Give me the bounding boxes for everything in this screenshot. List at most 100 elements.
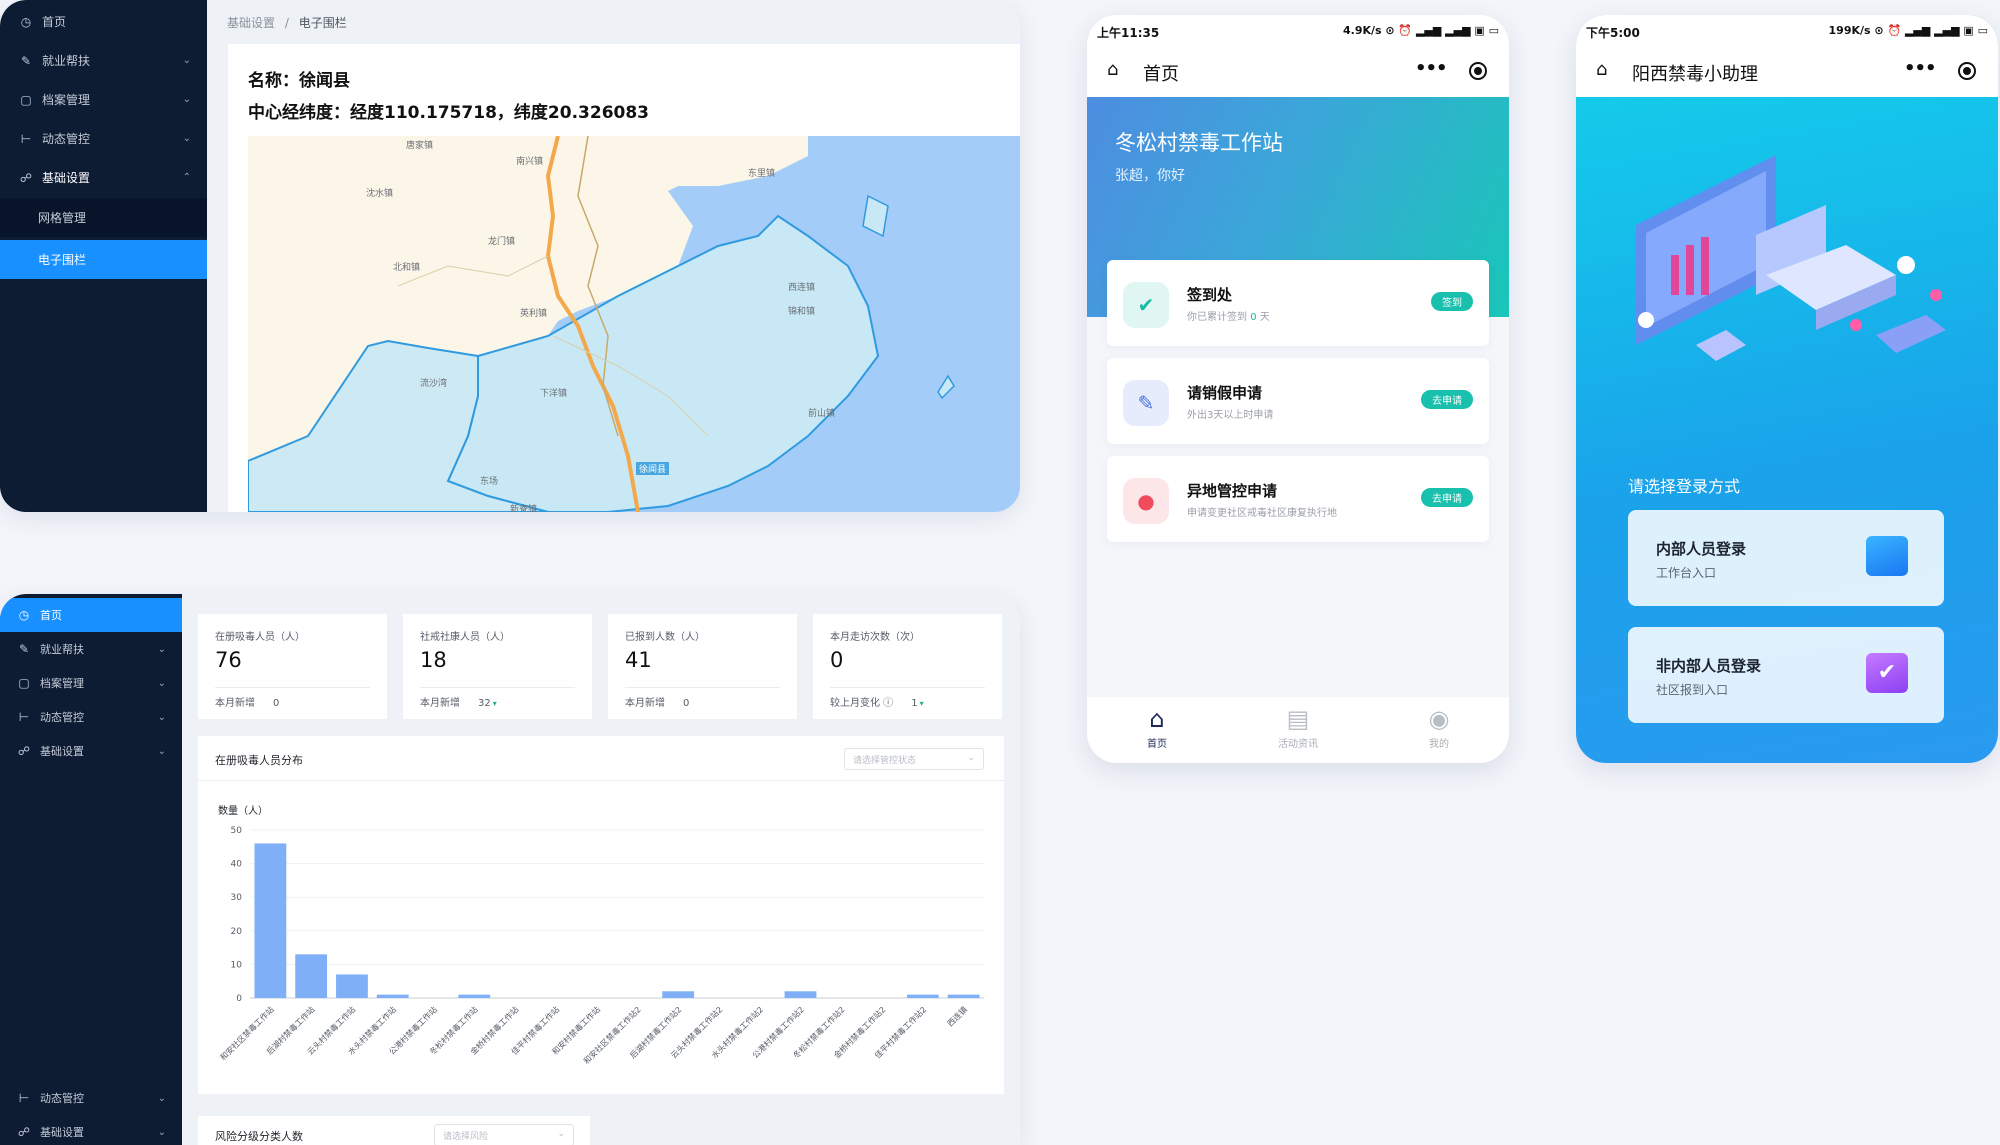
entry-checkin[interactable]: ✔ 签到处 你已累计签到 0 天 签到 — [1107, 260, 1489, 346]
entry-desc: 外出3天以上时申请 — [1187, 410, 1274, 421]
sidebar-item-home[interactable]: ◷ 首页 — [0, 598, 182, 632]
folder-icon — [1866, 536, 1908, 576]
dashboard-icon: ◷ — [20, 14, 32, 29]
y-tick-label: 40 — [231, 860, 243, 870]
tab-home[interactable]: ⌂ 首页 — [1107, 705, 1207, 750]
edit-icon: ✎ — [20, 53, 32, 68]
mobile-workstation-screen: 上午11:35 4.9K/s ⊙ ⏰ ▂▄▆ ▂▄▆ ▣ ▭ ⌂ 首页 ••• … — [1087, 15, 1509, 763]
sidebar-item-employment[interactable]: ✎ 就业帮扶 ⌄ — [0, 41, 207, 80]
apply-button[interactable]: 去申请 — [1421, 390, 1473, 409]
chevron-down-icon: ⌄ — [182, 55, 191, 66]
stat-sub-label: 本月新增 — [420, 698, 460, 709]
calendar-check-icon: ✔ — [1123, 282, 1169, 328]
sidebar-sub-fence[interactable]: 电子围栏 — [0, 240, 207, 279]
breadcrumb-separator: / — [284, 16, 289, 30]
bar[interactable] — [336, 974, 368, 998]
apply-button[interactable]: 去申请 — [1421, 488, 1473, 507]
bar[interactable] — [295, 954, 328, 998]
checkin-button[interactable]: 签到 — [1431, 292, 1473, 311]
stat-sub-label: 本月新增 — [215, 698, 255, 709]
bar[interactable] — [254, 843, 287, 998]
map-label: 流沙湾 — [420, 379, 448, 389]
divider — [420, 687, 575, 688]
status-time: 下午5:00 — [1586, 26, 1640, 40]
entry-relocation[interactable]: ● 异地管控申请 申请变更社区戒毒社区康复执行地 去申请 — [1107, 456, 1489, 542]
sidebar-item-control[interactable]: ⊢ 动态管控 ⌄ — [0, 119, 207, 158]
map-admin-panel: ◷ 首页 ✎ 就业帮扶 ⌄ ▢ 档案管理 ⌄ ⊢ 动态管控 ⌄ ☍ 基础设置 ⌃ 网格管理 电子围… — [0, 0, 1020, 512]
internal-login-button[interactable]: 内部人员登录 工作台入口 — [1628, 510, 1944, 606]
stat-sub-value: 0 — [683, 698, 690, 709]
risk-select[interactable]: 请选择风险 ⌄ — [434, 1124, 574, 1145]
control-icon: ⊢ — [18, 1091, 30, 1105]
sidebar-item-home[interactable]: ◷ 首页 — [0, 2, 207, 41]
close-target-icon[interactable] — [1958, 62, 1976, 80]
map-label: 北和镇 — [393, 263, 421, 273]
chevron-down-icon: ⌄ — [157, 1126, 166, 1138]
sidebar-item-control-2[interactable]: ⊢ 动态管控 ⌄ — [0, 1081, 182, 1115]
sidebar-item-settings-2[interactable]: ☍ 基础设置 ⌄ — [0, 1115, 182, 1145]
home-icon[interactable]: ⌂ — [1596, 59, 1607, 80]
status-indicators: 4.9K/s ⊙ ⏰ ▂▄▆ ▂▄▆ ▣ ▭ — [1342, 24, 1499, 37]
sidebar-item-label: 动态管控 — [42, 132, 91, 146]
more-icon[interactable]: ••• — [1904, 58, 1937, 79]
fence-card: 名称：徐闻县 中心经纬度：经度110.175718，纬度20.326083 唐家… — [228, 44, 1020, 512]
chevron-down-icon: ⌄ — [182, 133, 191, 144]
document-icon: ▢ — [18, 676, 30, 690]
stat-label: 已报到人数（人） — [625, 632, 705, 643]
stat-sub: 本月新增 32 ▾ — [420, 694, 497, 709]
entry-leave[interactable]: ✎ 请销假申请 外出3天以上时申请 去申请 — [1107, 358, 1489, 444]
entry-desc: 你已累计签到 0 天 — [1187, 308, 1270, 323]
breadcrumb-parent[interactable]: 基础设置 — [227, 16, 275, 30]
map-label: 西连镇 — [788, 283, 816, 293]
divider — [215, 687, 370, 688]
sidebar-sub-grid[interactable]: 网格管理 — [0, 198, 207, 237]
distribution-chart-card: 在册吸毒人员分布 请选择管控状态 ⌄ 数量（人） 0 10 20 30 40 50 和安社区禁… — [198, 736, 1004, 1094]
sidebar-item-control[interactable]: ⊢ 动态管控 ⌄ — [0, 700, 182, 734]
chevron-up-icon: ⌃ — [182, 172, 191, 183]
sidebar-item-label: 就业帮扶 — [42, 54, 91, 68]
settings-tree-icon: ☍ — [17, 744, 31, 758]
bar[interactable] — [784, 991, 817, 998]
bar[interactable] — [662, 991, 695, 998]
location-pin-icon: ● — [1123, 478, 1169, 524]
tab-profile[interactable]: ◉ 我的 — [1389, 705, 1489, 750]
sidebar-item-settings[interactable]: ☍ 基础设置 ⌄ — [0, 734, 182, 768]
close-target-icon[interactable] — [1469, 62, 1487, 80]
sidebar-item-archives[interactable]: ▢ 档案管理 ⌄ — [0, 666, 182, 700]
tab-news[interactable]: ▤ 活动资讯 — [1248, 705, 1348, 750]
map-view[interactable]: 唐家镇 南兴镇 东里镇 北和镇 沈水镇 龙门镇 英利镇 前山镇 锦和镇 流沙湾 … — [248, 136, 1020, 512]
sidebar-item-label: 基础设置 — [40, 1126, 84, 1139]
chevron-down-icon: ⌄ — [182, 94, 191, 105]
control-icon: ⊢ — [20, 131, 32, 146]
status-bar: 下午5:00 199K/s ⊙ ⏰ ▂▄▆ ▂▄▆ ▣ ▭ — [1576, 15, 1998, 45]
sidebar-item-label: 档案管理 — [40, 677, 84, 690]
bar[interactable] — [458, 994, 491, 998]
external-login-button[interactable]: 非内部人员登录 社区报到入口 ✔ — [1628, 627, 1944, 723]
sidebar-item-settings[interactable]: ☍ 基础设置 ⌃ — [0, 158, 207, 197]
sidebar-item-label: 档案管理 — [42, 93, 91, 107]
risk-chart-card: 风险分级分类人数 请选择风险 ⌄ — [198, 1116, 590, 1145]
y-tick-label: 20 — [231, 927, 243, 937]
edit-square-icon: ✎ — [1123, 380, 1169, 426]
edit-icon: ✎ — [18, 642, 30, 656]
bar[interactable] — [947, 994, 980, 998]
stat-card-reported: 已报到人数（人） 41 本月新增 0 — [608, 614, 797, 719]
chevron-down-icon: ⌄ — [157, 1092, 166, 1104]
sidebar-item-archives[interactable]: ▢ 档案管理 ⌄ — [0, 80, 207, 119]
desc-text: 天 — [1259, 312, 1270, 323]
more-icon[interactable]: ••• — [1415, 58, 1448, 79]
greeting: 张超，你好 — [1115, 168, 1185, 184]
nav-title: 阳西禁毒小助理 — [1632, 64, 1758, 85]
sidebar-item-label: 电子围栏 — [38, 253, 87, 267]
tab-label: 活动资讯 — [1278, 739, 1318, 750]
sidebar-item-employment[interactable]: ✎ 就业帮扶 ⌄ — [0, 632, 182, 666]
trend-icon: ▾ — [919, 699, 924, 708]
y-tick-label: 30 — [231, 893, 243, 903]
home-icon[interactable]: ⌂ — [1107, 59, 1118, 80]
stat-sub-value: 1 — [911, 698, 918, 709]
bar[interactable] — [906, 994, 939, 998]
login-subtitle: 工作台入口 — [1656, 566, 1717, 580]
risk-title: 风险分级分类人数 — [215, 1130, 303, 1143]
bar[interactable] — [376, 994, 409, 998]
breadcrumb: 基础设置 / 电子围栏 — [227, 14, 347, 31]
